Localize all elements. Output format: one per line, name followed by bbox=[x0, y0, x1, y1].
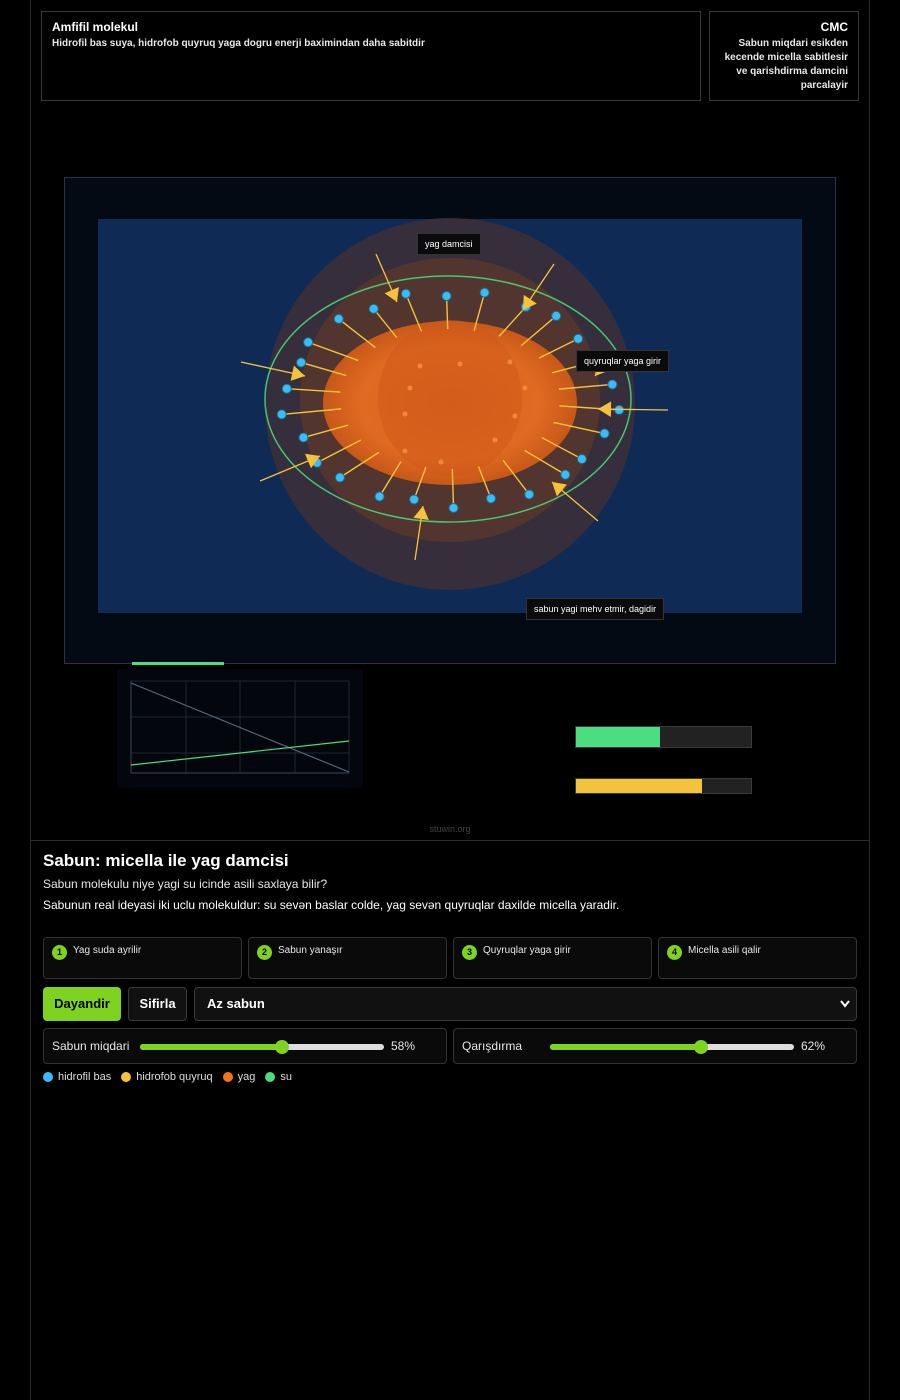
hydrophilic-head bbox=[441, 291, 452, 302]
oil-particle bbox=[507, 359, 513, 365]
reset-button[interactable]: Sifirla bbox=[128, 987, 187, 1021]
step-1[interactable]: 1 Yag suda ayrilir bbox=[43, 937, 242, 979]
stability-meter-fill bbox=[576, 727, 660, 747]
slider-label: Qarışdırma bbox=[462, 1039, 523, 1053]
step-label: Sabun yanaşır bbox=[278, 945, 343, 956]
hydrophilic-head bbox=[551, 310, 562, 321]
legend-dot bbox=[121, 1072, 132, 1082]
step-label: Micella asili qalir bbox=[688, 945, 761, 956]
legend-item: hidrofob quyruq bbox=[121, 1071, 213, 1083]
info-card-title: CMC bbox=[820, 20, 848, 34]
label-oil-droplet: yag damcisi bbox=[417, 233, 481, 255]
hydrophilic-head bbox=[560, 469, 571, 480]
slider-thumb[interactable] bbox=[274, 1040, 289, 1054]
oil-particle bbox=[492, 437, 498, 443]
info-card-text: Sabun miqdari esikden kecende micella sa… bbox=[724, 38, 848, 91]
hydrophilic-head bbox=[281, 383, 292, 394]
step-2[interactable]: 2 Sabun yanaşır bbox=[248, 937, 447, 979]
dispersion-meter-fill bbox=[576, 779, 702, 793]
slider-value: 62% bbox=[801, 1039, 826, 1053]
stability-meter bbox=[575, 726, 752, 748]
step-label: Yag suda ayrilir bbox=[73, 945, 142, 956]
pause-button[interactable]: Dayandir bbox=[43, 987, 121, 1021]
watermark: stuwin.org bbox=[429, 824, 471, 834]
step-4[interactable]: 4 Micella asili qalir bbox=[658, 937, 857, 979]
oil-particle bbox=[402, 411, 408, 417]
section-divider bbox=[31, 840, 869, 841]
oil-particle bbox=[512, 413, 518, 419]
slider-thumb[interactable] bbox=[694, 1040, 709, 1054]
oil-particle bbox=[457, 361, 463, 367]
page-question: Sabun molekulu niye yagi su icinde asili… bbox=[43, 877, 328, 891]
legend-dot bbox=[265, 1072, 276, 1082]
hydrophilic-head bbox=[333, 313, 344, 324]
step-number: 1 bbox=[52, 945, 67, 960]
chevron-down-icon bbox=[840, 1000, 850, 1008]
mixing-control: Qarışdırma 62% bbox=[453, 1028, 857, 1064]
simulation-canvas[interactable]: yag damcisi quyruqlar yaga girir sabun y… bbox=[64, 177, 836, 664]
oil-core bbox=[378, 320, 522, 476]
dispersion-meter bbox=[575, 778, 752, 794]
legend-label: yag bbox=[237, 1071, 256, 1083]
mini-chart-svg bbox=[130, 680, 350, 774]
hydrophilic-head bbox=[607, 379, 618, 390]
legend-label: hidrofil bas bbox=[58, 1071, 112, 1083]
label-soap-disperses: sabun yagi mehv etmir, dagidir bbox=[526, 598, 665, 620]
hydrophilic-head bbox=[485, 493, 496, 504]
oil-particle bbox=[402, 448, 408, 454]
hydrophilic-head bbox=[573, 333, 584, 344]
hydrophilic-head bbox=[334, 472, 345, 483]
hydrophilic-head bbox=[400, 288, 411, 299]
info-card-title: Amfifil molekul bbox=[52, 20, 139, 34]
hydrophilic-head bbox=[298, 432, 309, 443]
mini-trend-chart bbox=[117, 669, 363, 788]
legend: hidrofil bas hidrofob quyruq yag su bbox=[43, 1071, 292, 1083]
legend-item: yag bbox=[222, 1071, 256, 1083]
step-number: 4 bbox=[667, 945, 682, 960]
step-3[interactable]: 3 Quyruqlar yaga girir bbox=[453, 937, 652, 979]
step-number: 2 bbox=[257, 945, 272, 960]
hydrophilic-head bbox=[276, 409, 287, 420]
hydrophilic-head bbox=[368, 303, 379, 314]
label-tails-enter: quyruqlar yaga girir bbox=[576, 350, 670, 372]
info-card-cmc: CMC Sabun miqdari esikden kecende micell… bbox=[709, 11, 859, 101]
soap-amount-control: Sabun miqdari 58% bbox=[43, 1028, 447, 1064]
step-label: Quyruqlar yaga girir bbox=[483, 945, 571, 956]
step-number: 3 bbox=[462, 945, 477, 960]
info-card-text: Hidrofil bas suya, hidrofob quyruq yaga … bbox=[52, 38, 425, 49]
oil-particle bbox=[438, 459, 444, 465]
hydrophilic-head bbox=[374, 491, 385, 502]
hydrophilic-head bbox=[448, 502, 459, 513]
oil-particle bbox=[417, 363, 423, 369]
mixing-slider[interactable] bbox=[550, 1040, 794, 1054]
slider-fill bbox=[550, 1044, 702, 1050]
hydrophilic-head bbox=[576, 454, 587, 465]
oil-particle bbox=[407, 385, 413, 391]
hydrophilic-head bbox=[303, 337, 314, 348]
hydrophilic-head bbox=[296, 357, 307, 368]
legend-label: su bbox=[280, 1071, 293, 1083]
page-description: Sabunun real ideyasi iki uclu molekuldur… bbox=[43, 898, 620, 912]
page-title: Sabun: micella ile yag damcisi bbox=[43, 851, 289, 870]
mode-select[interactable]: Az sabun bbox=[194, 987, 857, 1021]
hydrophilic-head bbox=[479, 287, 490, 298]
slider-label: Sabun miqdari bbox=[52, 1039, 130, 1053]
timeline-progress bbox=[132, 662, 224, 665]
hydrophilic-head bbox=[409, 494, 420, 505]
hydrophilic-head bbox=[524, 489, 535, 500]
legend-dot bbox=[43, 1072, 53, 1082]
info-card-amphiphile: Amfifil molekul Hidrofil bas suya, hidro… bbox=[41, 11, 701, 101]
legend-item: su bbox=[265, 1071, 292, 1083]
slider-fill bbox=[140, 1044, 282, 1050]
mode-select-value: Az sabun bbox=[207, 996, 265, 1011]
legend-dot bbox=[222, 1072, 233, 1082]
slider-value: 58% bbox=[391, 1039, 416, 1053]
oil-particle bbox=[522, 385, 528, 391]
legend-label: hidrofob quyruq bbox=[136, 1071, 213, 1083]
legend-item: hidrofil bas bbox=[43, 1071, 111, 1083]
soap-amount-slider[interactable] bbox=[140, 1040, 384, 1054]
hydrophilic-head bbox=[599, 428, 610, 439]
